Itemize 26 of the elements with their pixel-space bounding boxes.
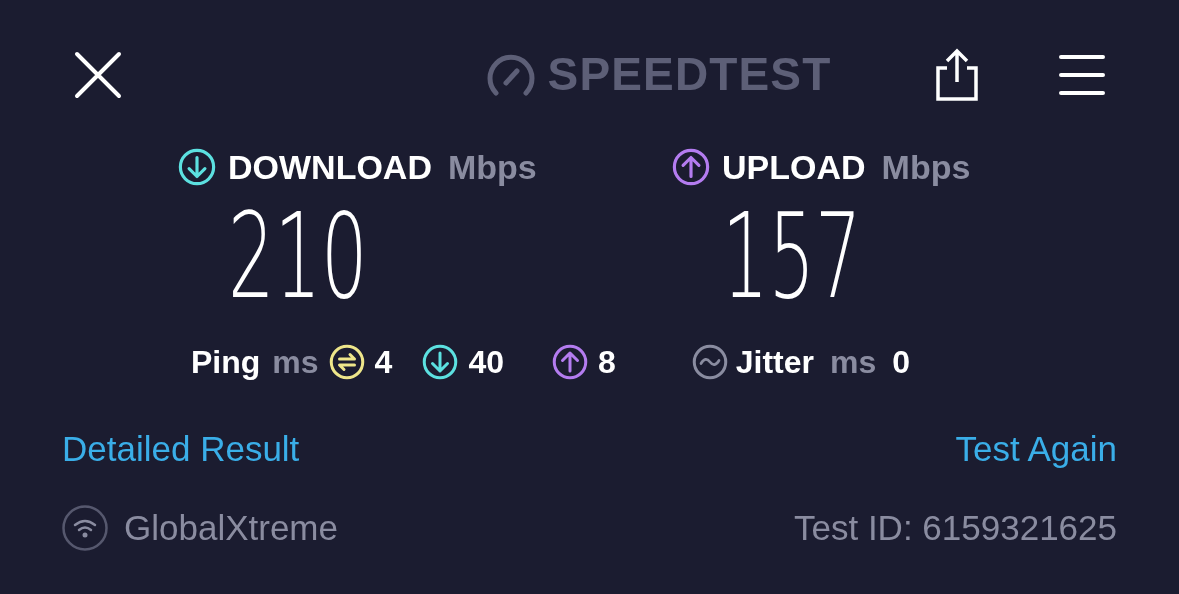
ping-value: 40 <box>468 343 504 382</box>
speed-value: 157 <box>722 201 862 311</box>
speed-value: 210 <box>228 201 368 311</box>
unit-label: ms <box>830 343 877 382</box>
unit-label: ms <box>272 343 319 382</box>
unit-label: Mbps <box>447 146 537 188</box>
jitter-label: Jitter <box>735 343 814 382</box>
gauge-icon <box>485 52 536 97</box>
unit-label: Mbps <box>881 146 971 188</box>
result-label: DOWNLOAD <box>228 146 432 188</box>
provider-name: GlobalXtreme <box>124 506 338 549</box>
result-label: UPLOAD <box>722 146 866 188</box>
test-again-link[interactable]: Test Again <box>955 423 1117 476</box>
wave-icon <box>691 344 728 380</box>
jitter-value: 0 <box>892 343 911 382</box>
wifi-icon <box>62 504 108 551</box>
ping-label: Ping <box>191 343 261 382</box>
ping-arrows-icon <box>328 344 365 380</box>
app-logo: SPEEDTEST <box>547 47 832 102</box>
close-icon[interactable] <box>74 50 122 99</box>
detailed-result-link[interactable]: Detailed Result <box>62 423 300 476</box>
share-icon[interactable] <box>935 47 979 102</box>
ping-value: 4 <box>374 343 393 382</box>
ping-value: 8 <box>597 343 616 382</box>
test-id: Test ID: 6159321625 <box>794 506 1117 549</box>
menu-icon[interactable] <box>1059 52 1105 97</box>
